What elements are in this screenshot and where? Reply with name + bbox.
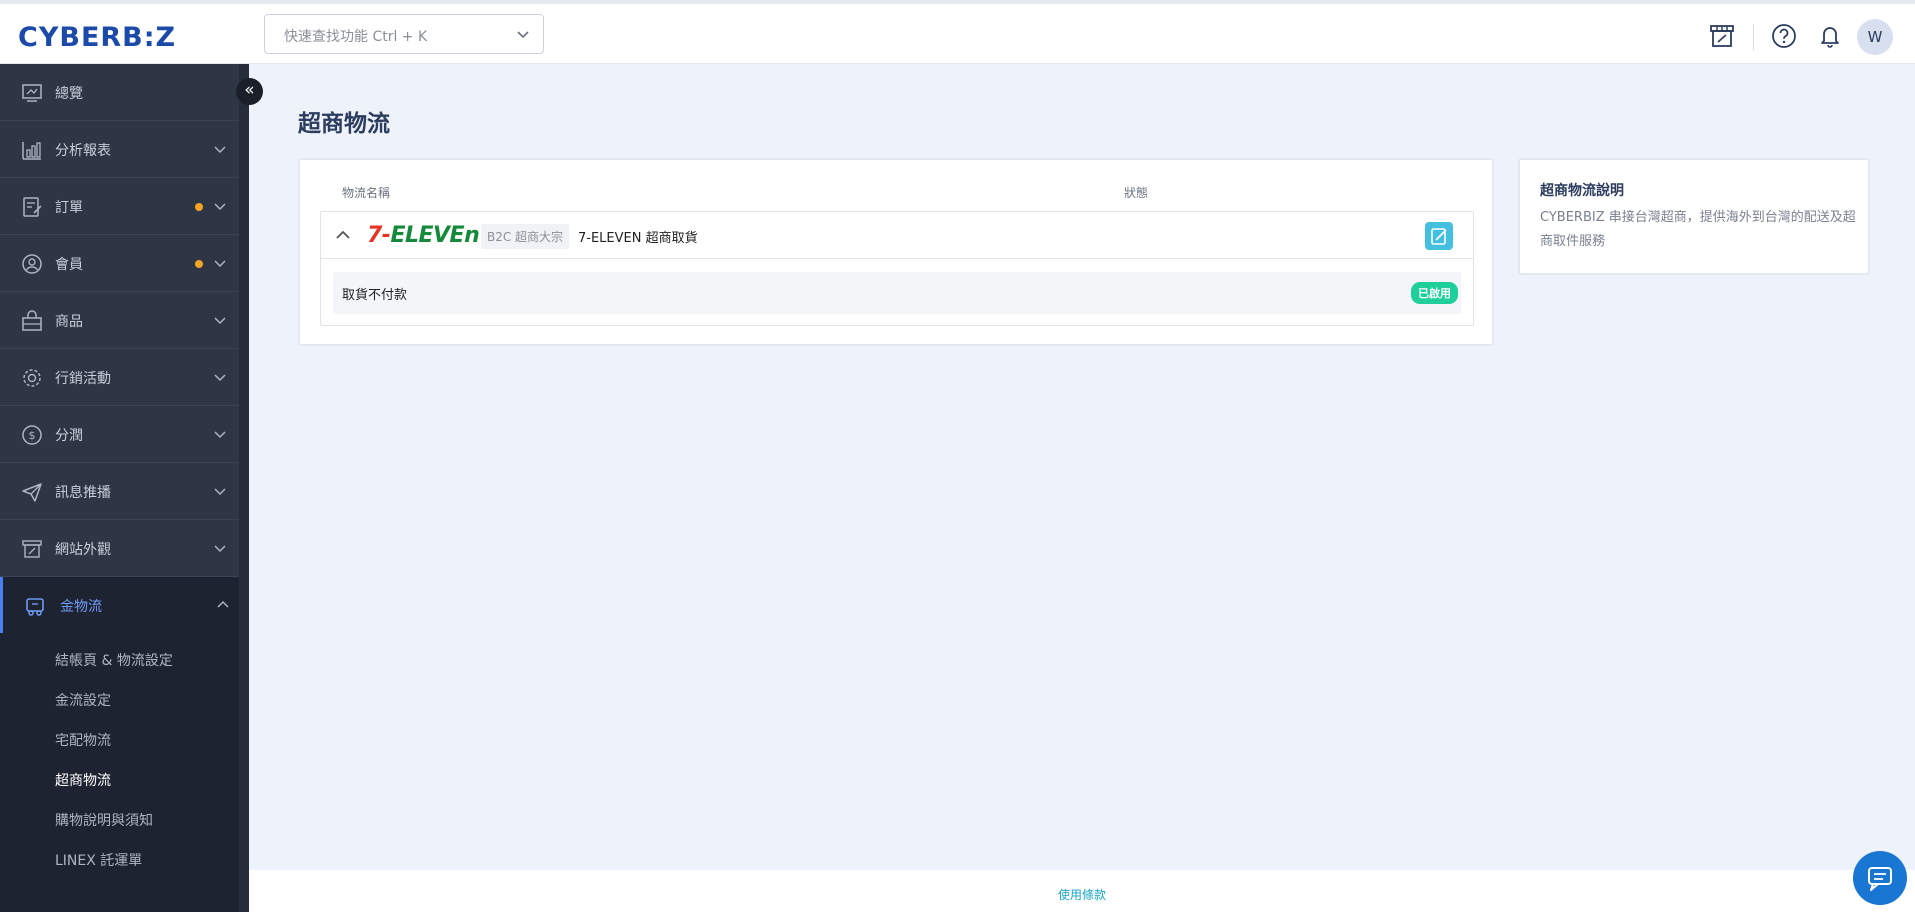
- logistics-type-tag: B2C 超商大宗: [481, 224, 570, 249]
- product-icon: [22, 310, 42, 331]
- svg-text:$: $: [29, 429, 36, 442]
- top-header: CYBERB:Z 快速查找功能 Ctrl + K W: [0, 0, 1915, 64]
- marketing-icon: [23, 369, 41, 387]
- notification-dot: [195, 260, 203, 268]
- notification-dot: [195, 203, 203, 211]
- order-icon: [23, 197, 42, 217]
- chevron-down-icon: [517, 31, 529, 39]
- logistics-row-header[interactable]: 7-ELEVEn B2C 超商大宗 7-ELEVEN 超商取貨: [321, 212, 1473, 259]
- terms-link[interactable]: 使用條款: [249, 886, 1915, 903]
- sidebar-item-label: 訂單: [55, 200, 83, 216]
- column-header-name: 物流名稱: [342, 186, 391, 200]
- sidebar-item-label: 行銷活動: [55, 371, 111, 387]
- sidebar-submenu: 結帳頁 & 物流設定 金流設定 宅配物流 超商物流 購物說明與須知 LINEX …: [0, 633, 239, 912]
- chevron-down-icon: [214, 203, 226, 211]
- page-title: 超商物流: [298, 111, 390, 137]
- edit-icon: [1431, 228, 1447, 245]
- logistics-name: 7-ELEVEN 超商取貨: [578, 231, 698, 246]
- header-divider: [1753, 24, 1754, 50]
- user-avatar[interactable]: W: [1857, 19, 1893, 55]
- chat-icon: [1868, 867, 1892, 891]
- seven-eleven-logo: 7-ELEVEn: [367, 223, 480, 248]
- sidebar-subitem-shopping-guide[interactable]: 購物說明與須知: [55, 810, 153, 830]
- sidebar-nav: 總覽 分析報表 訂單 會員 商品 行銷活動 $ 分潤 訊息推播 網站外觀 金物流…: [0, 64, 249, 912]
- sidebar-item-overview[interactable]: 總覽: [0, 64, 239, 121]
- chevron-down-icon: [214, 374, 226, 382]
- payment-option-row: 取貨不付款 已啟用: [333, 272, 1461, 314]
- info-panel: 超商物流說明 CYBERBIZ 串接台灣超商，提供海外到台灣的配送及超商取件服務: [1518, 158, 1870, 275]
- sidebar-item-label: 網站外觀: [55, 542, 111, 558]
- sidebar-item-products[interactable]: 商品: [0, 292, 239, 349]
- search-placeholder: 快速查找功能 Ctrl + K: [284, 29, 428, 45]
- chevron-down-icon: [214, 431, 226, 439]
- sidebar-item-label: 會員: [55, 257, 83, 273]
- storefront-icon[interactable]: [1708, 22, 1736, 50]
- chevron-down-icon: [214, 146, 226, 154]
- sidebar-scrollbar[interactable]: [239, 64, 249, 912]
- logistics-table-card: 物流名稱 狀態 7-ELEVEn B2C 超商大宗 7-ELEVEN 超商取貨 …: [298, 158, 1494, 346]
- status-badge: 已啟用: [1411, 282, 1458, 304]
- chevron-up-icon[interactable]: [335, 228, 351, 242]
- chevron-down-icon: [214, 488, 226, 496]
- sidebar-item-payment-logistics[interactable]: 金物流: [0, 577, 239, 634]
- logistics-row: 7-ELEVEn B2C 超商大宗 7-ELEVEN 超商取貨 取貨不付款 已啟…: [320, 211, 1474, 326]
- revenue-share-icon: $: [22, 425, 42, 445]
- info-title: 超商物流說明: [1540, 183, 1624, 199]
- sidebar-item-marketing[interactable]: 行銷活動: [0, 349, 239, 406]
- chevron-down-icon: [214, 317, 226, 325]
- sidebar-item-label: 分潤: [55, 428, 83, 444]
- sidebar-subitem-linex-waybill[interactable]: LINEX 託運單: [55, 850, 142, 870]
- storefront-icon: [22, 540, 42, 558]
- sidebar-collapse-button[interactable]: «: [236, 78, 263, 105]
- sidebar-item-push-messages[interactable]: 訊息推播: [0, 463, 239, 520]
- info-text: CYBERBIZ 串接台灣超商，提供海外到台灣的配送及超商取件服務: [1540, 210, 1856, 249]
- send-icon: [22, 483, 42, 502]
- user-icon: [22, 254, 42, 274]
- sidebar-item-members[interactable]: 會員: [0, 235, 239, 292]
- sidebar-item-label: 分析報表: [55, 143, 111, 159]
- sidebar-item-orders[interactable]: 訂單: [0, 178, 239, 235]
- chat-button[interactable]: [1853, 851, 1907, 905]
- sidebar-item-analytics[interactable]: 分析報表: [0, 121, 239, 178]
- sidebar-item-label: 商品: [55, 314, 83, 330]
- footer: 使用條款: [249, 870, 1915, 912]
- bar-chart-icon: [22, 142, 41, 160]
- edit-button[interactable]: [1425, 222, 1453, 250]
- quick-search-input[interactable]: 快速查找功能 Ctrl + K: [264, 14, 544, 54]
- sidebar-item-label: 訊息推播: [55, 485, 111, 501]
- sidebar-subitem-payment-settings[interactable]: 金流設定: [55, 690, 111, 710]
- chevron-down-icon: [214, 545, 226, 553]
- chevron-down-icon: [214, 260, 226, 268]
- cyberbiz-logo[interactable]: CYBERB:Z: [18, 22, 176, 53]
- column-header-status: 狀態: [1124, 186, 1149, 200]
- chevron-up-icon: [217, 600, 229, 608]
- sidebar-item-revenue-share[interactable]: $ 分潤: [0, 406, 239, 463]
- dashboard-icon: [22, 84, 42, 102]
- sidebar-subitem-convenience-store[interactable]: 超商物流: [55, 770, 111, 790]
- sidebar-item-site-appearance[interactable]: 網站外觀: [0, 520, 239, 577]
- sidebar-subitem-checkout-logistics[interactable]: 結帳頁 & 物流設定: [55, 650, 173, 670]
- sidebar-item-label: 總覽: [55, 86, 83, 102]
- payment-option-label: 取貨不付款: [342, 288, 408, 303]
- bell-icon[interactable]: [1816, 22, 1844, 50]
- sidebar-subitem-home-delivery[interactable]: 宅配物流: [55, 730, 111, 750]
- sidebar-item-label: 金物流: [60, 599, 102, 615]
- logistics-icon: [26, 598, 44, 616]
- help-icon[interactable]: [1770, 22, 1798, 50]
